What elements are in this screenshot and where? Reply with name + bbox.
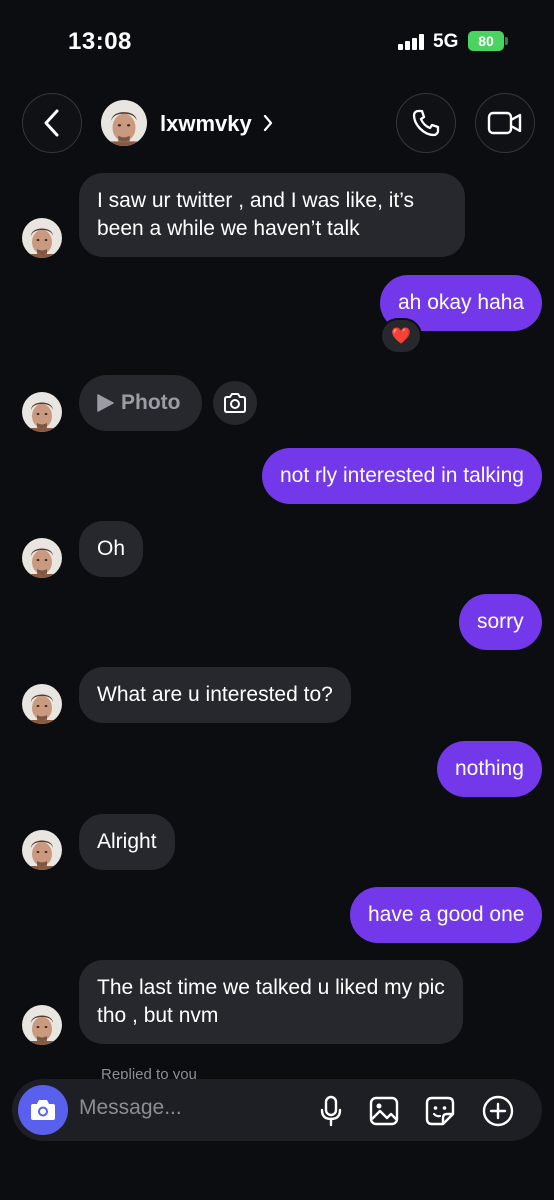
message-composer: Message... <box>12 1079 542 1141</box>
outgoing-message[interactable]: sorry <box>459 594 542 650</box>
camera-reply-button[interactable] <box>213 381 257 425</box>
incoming-message[interactable]: What are u interested to? <box>79 667 351 723</box>
call-button[interactable] <box>396 93 456 153</box>
play-icon <box>97 394 114 412</box>
chevron-right-icon[interactable] <box>262 113 274 133</box>
heart-icon: ❤️ <box>391 328 411 345</box>
incoming-message[interactable]: The last time we talked u liked my pic t… <box>79 960 463 1044</box>
outgoing-message[interactable]: have a good one <box>350 887 543 943</box>
camera-icon <box>224 393 246 413</box>
add-button[interactable] <box>481 1094 515 1128</box>
camera-button[interactable] <box>18 1085 68 1135</box>
incoming-message[interactable]: Oh <box>79 521 144 577</box>
sender-avatar[interactable] <box>22 1005 62 1045</box>
sender-avatar[interactable] <box>22 830 62 870</box>
heart-reaction[interactable]: ❤️ <box>380 318 422 354</box>
sender-avatar[interactable] <box>22 392 62 432</box>
incoming-message[interactable]: I saw ur twitter , and I was like, it’s … <box>79 173 465 257</box>
image-icon <box>369 1096 399 1126</box>
sender-avatar[interactable] <box>22 538 62 578</box>
photo-message[interactable]: Photo <box>79 375 202 431</box>
phone-icon <box>412 109 440 137</box>
contact-username[interactable]: lxwmvky <box>160 111 252 137</box>
outgoing-message[interactable]: nothing <box>437 741 542 797</box>
microphone-icon <box>320 1095 342 1127</box>
network-type: 5G <box>433 31 459 52</box>
sticker-button[interactable] <box>423 1094 457 1128</box>
microphone-button[interactable] <box>314 1094 348 1128</box>
signal-icon <box>398 34 426 50</box>
status-time: 13:08 <box>68 28 132 55</box>
camera-icon <box>31 1100 55 1120</box>
sender-avatar[interactable] <box>22 684 62 724</box>
plus-circle-icon <box>482 1095 514 1127</box>
video-camera-icon <box>487 111 522 135</box>
back-button[interactable] <box>22 93 82 153</box>
battery-tip <box>505 37 508 45</box>
status-bar: 13:08 5G 80 <box>0 0 554 80</box>
chevron-left-icon <box>44 109 59 137</box>
video-call-button[interactable] <box>475 93 535 153</box>
contact-avatar[interactable] <box>101 100 147 146</box>
sticker-icon <box>425 1096 455 1126</box>
chat-header: lxwmvky <box>0 90 554 156</box>
incoming-message[interactable]: Alright <box>79 814 175 870</box>
gallery-button[interactable] <box>367 1094 401 1128</box>
battery-icon: 80 <box>468 31 504 51</box>
message-input[interactable]: Message... <box>79 1096 182 1120</box>
photo-label: Photo <box>121 391 181 414</box>
sender-avatar[interactable] <box>22 218 62 258</box>
outgoing-message[interactable]: not rly interested in talking <box>262 448 542 504</box>
